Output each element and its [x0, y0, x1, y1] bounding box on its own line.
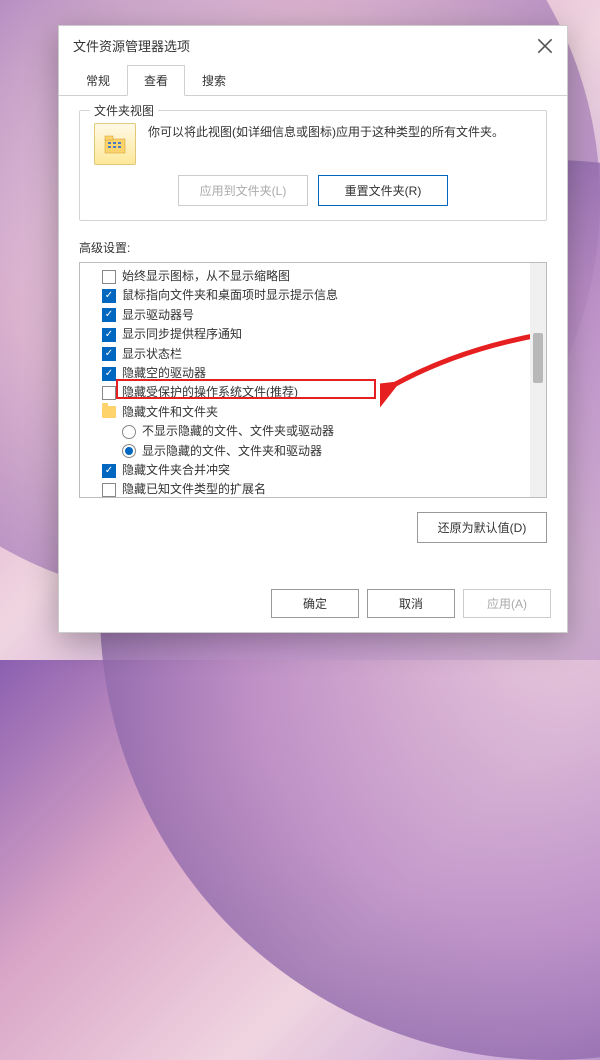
apply-button[interactable]: 应用(A)	[463, 589, 551, 618]
folder-options-dialog: 文件资源管理器选项 常规 查看 搜索 文件夹视图	[58, 25, 568, 633]
advanced-settings-tree[interactable]: 始终显示图标，从不显示缩略图鼠标指向文件夹和桌面项时显示提示信息显示驱动器号显示…	[79, 262, 547, 498]
setting-item-10[interactable]: 隐藏文件夹合并冲突	[80, 461, 546, 480]
checkbox-icon[interactable]	[102, 308, 116, 322]
close-icon[interactable]	[537, 38, 553, 54]
checkbox-icon[interactable]	[102, 464, 116, 478]
setting-label: 隐藏空的驱动器	[122, 365, 206, 382]
setting-item-3[interactable]: 显示同步提供程序通知	[80, 325, 546, 344]
ok-button[interactable]: 确定	[271, 589, 359, 618]
folder-icon	[102, 406, 116, 418]
setting-item-11[interactable]: 隐藏已知文件类型的扩展名	[80, 480, 546, 498]
setting-label: 隐藏文件夹合并冲突	[122, 462, 230, 479]
setting-label: 不显示隐藏的文件、文件夹或驱动器	[142, 423, 334, 440]
folder-view-description: 你可以将此视图(如详细信息或图标)应用于这种类型的所有文件夹。	[148, 123, 532, 165]
setting-label: 始终显示图标，从不显示缩略图	[122, 268, 290, 285]
setting-item-4[interactable]: 显示状态栏	[80, 345, 546, 364]
setting-label: 隐藏受保护的操作系统文件(推荐)	[122, 384, 298, 401]
folder-view-icon	[94, 123, 136, 165]
checkbox-icon[interactable]	[102, 289, 116, 303]
setting-label: 隐藏已知文件类型的扩展名	[122, 481, 266, 498]
tab-search[interactable]: 搜索	[185, 65, 243, 96]
tab-general[interactable]: 常规	[69, 65, 127, 96]
titlebar: 文件资源管理器选项	[59, 26, 567, 65]
restore-defaults-button[interactable]: 还原为默认值(D)	[417, 512, 547, 543]
checkbox-icon[interactable]	[102, 386, 116, 400]
checkbox-icon[interactable]	[102, 270, 116, 284]
setting-item-0[interactable]: 始终显示图标，从不显示缩略图	[80, 267, 546, 286]
folder-view-legend: 文件夹视图	[90, 102, 158, 119]
dialog-button-row: 确定 取消 应用(A)	[271, 589, 551, 618]
radio-icon[interactable]	[122, 444, 136, 458]
setting-label: 显示状态栏	[122, 346, 182, 363]
checkbox-icon[interactable]	[102, 483, 116, 497]
folder-view-group: 文件夹视图 你可以将此视图(如详细信息或图标)应用于这种类型的所有文件夹。	[79, 110, 547, 221]
setting-item-9[interactable]: 显示隐藏的文件、文件夹和驱动器	[80, 442, 546, 461]
cancel-button[interactable]: 取消	[367, 589, 455, 618]
setting-item-7[interactable]: 隐藏文件和文件夹	[80, 403, 546, 422]
tab-strip: 常规 查看 搜索	[59, 65, 567, 96]
scrollbar[interactable]	[530, 263, 546, 497]
setting-label: 隐藏文件和文件夹	[122, 404, 218, 421]
setting-item-1[interactable]: 鼠标指向文件夹和桌面项时显示提示信息	[80, 286, 546, 305]
setting-label: 显示隐藏的文件、文件夹和驱动器	[142, 443, 322, 460]
setting-item-8[interactable]: 不显示隐藏的文件、文件夹或驱动器	[80, 422, 546, 441]
setting-item-5[interactable]: 隐藏空的驱动器	[80, 364, 546, 383]
setting-label: 显示驱动器号	[122, 307, 194, 324]
checkbox-icon[interactable]	[102, 328, 116, 342]
setting-item-6[interactable]: 隐藏受保护的操作系统文件(推荐)	[80, 383, 546, 402]
reset-folders-button[interactable]: 重置文件夹(R)	[318, 175, 448, 206]
checkbox-icon[interactable]	[102, 367, 116, 381]
dialog-title: 文件资源管理器选项	[73, 36, 537, 55]
advanced-settings-label: 高级设置:	[79, 239, 547, 256]
setting-label: 鼠标指向文件夹和桌面项时显示提示信息	[122, 287, 338, 304]
checkbox-icon[interactable]	[102, 347, 116, 361]
tab-view[interactable]: 查看	[127, 65, 185, 96]
setting-label: 显示同步提供程序通知	[122, 326, 242, 343]
setting-item-2[interactable]: 显示驱动器号	[80, 306, 546, 325]
scrollbar-thumb[interactable]	[533, 333, 543, 383]
radio-icon[interactable]	[122, 425, 136, 439]
apply-to-folders-button[interactable]: 应用到文件夹(L)	[178, 175, 308, 206]
tab-content: 文件夹视图 你可以将此视图(如详细信息或图标)应用于这种类型的所有文件夹。	[59, 96, 567, 553]
